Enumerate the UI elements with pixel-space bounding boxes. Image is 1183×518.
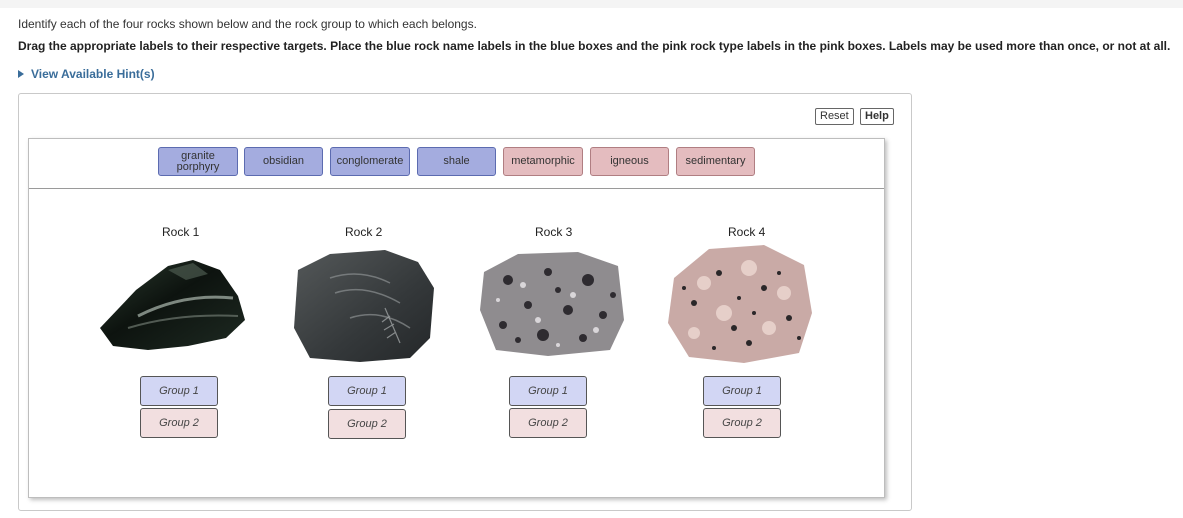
help-button[interactable]: Help bbox=[860, 108, 894, 125]
top-strip bbox=[0, 0, 1183, 8]
view-hints-label: View Available Hint(s) bbox=[31, 67, 155, 81]
rock-3-image bbox=[480, 252, 624, 356]
caret-right-icon bbox=[18, 70, 24, 78]
rock-1-title: Rock 1 bbox=[162, 225, 200, 239]
rock-4-group-1-target[interactable]: Group 1 bbox=[703, 376, 781, 406]
rock-2-group-2-target[interactable]: Group 2 bbox=[328, 409, 406, 439]
rock-1-group-2-target[interactable]: Group 2 bbox=[140, 408, 218, 438]
label-shale[interactable]: shale bbox=[417, 147, 496, 176]
rock-4-image bbox=[668, 245, 812, 363]
label-bank-divider bbox=[29, 188, 884, 189]
rock-3-group-1-target[interactable]: Group 1 bbox=[509, 376, 587, 406]
rock-1-image bbox=[100, 260, 245, 350]
label-sedimentary[interactable]: sedimentary bbox=[676, 147, 755, 176]
rock-4-group-2-target[interactable]: Group 2 bbox=[703, 408, 781, 438]
rock-4-title: Rock 4 bbox=[728, 225, 766, 239]
rock-3-group-2-target[interactable]: Group 2 bbox=[509, 408, 587, 438]
rock-2-image bbox=[294, 250, 434, 362]
label-granite-porphyry[interactable]: granite porphyry bbox=[158, 147, 238, 176]
reset-button[interactable]: Reset bbox=[815, 108, 854, 125]
view-hints-link[interactable]: View Available Hint(s) bbox=[18, 67, 155, 81]
rock-2-title: Rock 2 bbox=[345, 225, 383, 239]
rock-3-title: Rock 3 bbox=[535, 225, 573, 239]
label-conglomerate[interactable]: conglomerate bbox=[330, 147, 410, 176]
instructions-text: Drag the appropriate labels to their res… bbox=[18, 39, 1171, 53]
label-igneous[interactable]: igneous bbox=[590, 147, 669, 176]
label-metamorphic[interactable]: metamorphic bbox=[503, 147, 583, 176]
label-obsidian[interactable]: obsidian bbox=[244, 147, 323, 176]
rock-1-group-1-target[interactable]: Group 1 bbox=[140, 376, 218, 406]
question-text: Identify each of the four rocks shown be… bbox=[18, 17, 477, 31]
rock-2-group-1-target[interactable]: Group 1 bbox=[328, 376, 406, 406]
